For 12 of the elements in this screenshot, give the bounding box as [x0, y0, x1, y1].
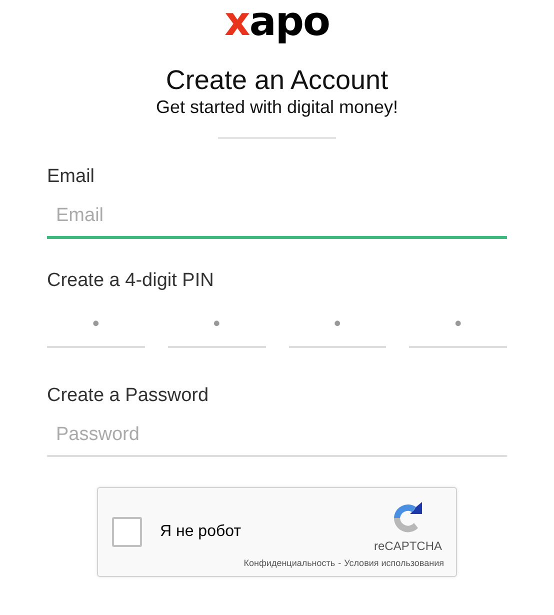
page-title: Create an Account: [166, 64, 388, 96]
field-label: Create a Password: [47, 384, 210, 408]
field-label: Email: [47, 165, 96, 189]
privacy-link[interactable]: Конфиденциальность: [244, 558, 336, 568]
link-separator: -: [338, 558, 342, 568]
subtitle: Get started with digital money!: [156, 96, 398, 118]
terms-link[interactable]: Условия использования: [344, 558, 444, 568]
field-label: Create a 4-digit PIN: [47, 269, 215, 293]
logo: xapo: [224, 0, 330, 44]
captcha-checkbox[interactable]: [112, 517, 142, 547]
captcha-label: Я не робот: [160, 523, 242, 541]
recaptcha-brand: reCAPTCHA: [374, 539, 442, 553]
